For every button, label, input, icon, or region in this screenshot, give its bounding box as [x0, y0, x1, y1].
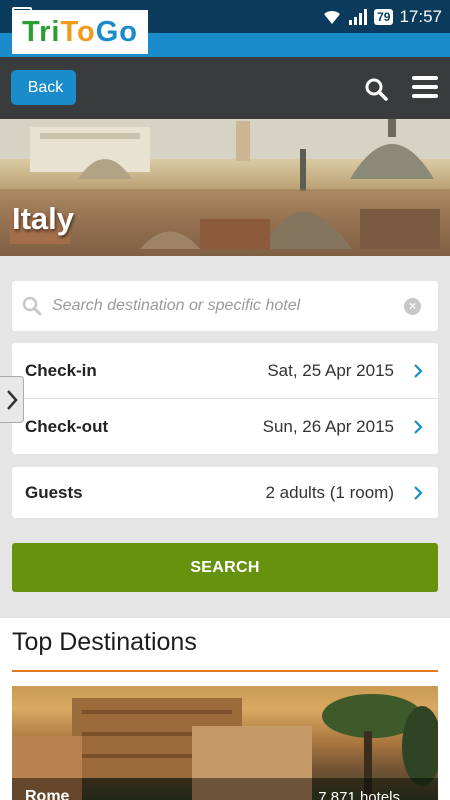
guests-label: Guests [25, 482, 83, 502]
checkout-row[interactable]: Check-out Sun, 26 Apr 2015 [12, 399, 438, 454]
battery-indicator: 79 [374, 8, 394, 25]
search-box[interactable]: × [12, 281, 438, 331]
hero-image: Italy [0, 119, 450, 256]
checkout-value: Sun, 26 Apr 2015 [262, 416, 394, 436]
destination-card[interactable]: Rome 7,871 hotels [12, 686, 438, 800]
chevron-right-icon [414, 419, 423, 434]
clock: 17:57 [399, 6, 442, 26]
signal-icon [349, 8, 368, 25]
hotel-count: 7,871 hotels [318, 789, 400, 800]
chevron-right-icon [414, 363, 423, 378]
clear-icon[interactable]: × [404, 298, 421, 315]
back-button[interactable]: Back [11, 70, 76, 105]
wifi-icon [324, 10, 341, 24]
search-panel: × Check-in Sat, 25 Apr 2015 Check-out Su… [0, 256, 450, 618]
chevron-right-icon [414, 485, 423, 500]
menu-icon[interactable] [412, 76, 438, 98]
tritogo-logo[interactable]: Tri To Go [12, 10, 148, 54]
search-button[interactable]: SEARCH [12, 543, 438, 592]
checkout-label: Check-out [25, 416, 109, 436]
guests-value: 2 adults (1 room) [265, 482, 395, 502]
checkin-value: Sat, 25 Apr 2015 [267, 360, 394, 380]
checkin-label: Check-in [25, 360, 97, 380]
destination-title: Italy [12, 201, 75, 236]
checkin-row[interactable]: Check-in Sat, 25 Apr 2015 [12, 343, 438, 399]
section-divider [12, 670, 438, 672]
search-icon [22, 296, 42, 316]
chevron-right-icon [6, 389, 18, 410]
search-icon[interactable] [364, 77, 388, 101]
destination-name: Rome [25, 788, 70, 800]
guests-row[interactable]: Guests 2 adults (1 room) [12, 467, 438, 518]
nav-bar: Back [0, 57, 450, 119]
search-input[interactable] [52, 281, 392, 331]
section-title: Top Destinations [12, 628, 197, 656]
side-drawer-toggle[interactable] [0, 376, 24, 423]
